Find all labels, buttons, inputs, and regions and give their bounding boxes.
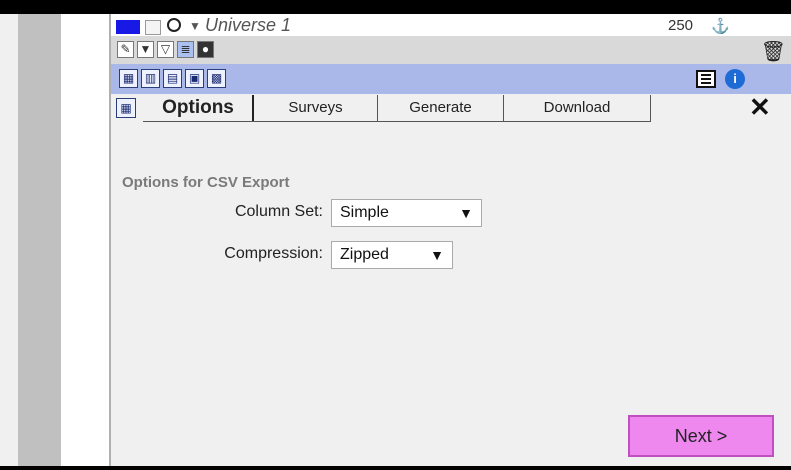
tab-generate[interactable]: Generate [378, 95, 504, 122]
survey-count: 250 [668, 17, 694, 34]
compression-label: Compression: [224, 245, 323, 262]
tab-underline [143, 121, 540, 122]
film-icon[interactable] [696, 70, 716, 88]
filter-icon[interactable]: ▼ [137, 41, 154, 58]
list-icon[interactable]: ≣ [177, 41, 194, 58]
compression-value: Zipped [340, 246, 389, 263]
chevron-down-icon: ▼ [459, 205, 473, 221]
column-set-value: Simple [340, 204, 389, 221]
chart-view-icon[interactable]: ▩ [207, 69, 226, 88]
section-title: Options for CSV Export [122, 174, 290, 191]
trash-icon[interactable]: 🗑 [761, 39, 786, 64]
pencil-icon[interactable]: ✎ [117, 41, 134, 58]
view-toolbar: ▦ ▥ ▤ ▣ ▩ i [111, 64, 791, 94]
tab-options[interactable]: Options [144, 95, 254, 122]
universe-header: ▼ Universe 1 250 ⚓ [111, 14, 791, 36]
visibility-checkbox[interactable] [145, 20, 161, 35]
filter-edit-icon[interactable]: ▽ [157, 41, 174, 58]
person-list-icon[interactable]: ▤ [163, 69, 182, 88]
chevron-down-icon: ▼ [430, 247, 444, 263]
close-icon[interactable]: ✕ [749, 92, 771, 122]
column-set-select[interactable]: Simple ▼ [331, 199, 482, 227]
expand-triangle-icon[interactable]: ▼ [189, 19, 201, 33]
anchor-icon[interactable]: ⚓ [711, 17, 730, 35]
left-margin [61, 14, 109, 466]
info-icon[interactable]: i [725, 69, 745, 89]
columns-view-icon[interactable]: ▥ [141, 69, 160, 88]
column-set-label: Column Set: [234, 203, 323, 220]
universe-title: Universe 1 [205, 15, 292, 35]
next-button[interactable]: Next > [628, 415, 774, 457]
left-gutter [18, 14, 61, 466]
tool-row: ✎ ▼ ▽ ≣ ● 🗑 [111, 36, 791, 64]
export-icon: ▦ [116, 98, 136, 118]
export-view-icon[interactable]: ▣ [185, 69, 204, 88]
globe-icon[interactable] [167, 18, 181, 32]
app-frame: ▼ Universe 1 250 ⚓ ✎ ▼ ▽ ≣ ● 🗑 ▦ ▥ ▤ ▣ ▩… [0, 14, 791, 466]
compression-select[interactable]: Zipped ▼ [331, 241, 453, 269]
color-swatch[interactable] [116, 20, 140, 34]
tab-bar: ▦ Options Surveys Generate Download ✕ [111, 92, 791, 122]
tab-surveys[interactable]: Surveys [254, 95, 378, 122]
user-icon[interactable]: ● [197, 41, 214, 58]
table-view-icon[interactable]: ▦ [119, 69, 138, 88]
tab-download[interactable]: Download [504, 95, 651, 122]
